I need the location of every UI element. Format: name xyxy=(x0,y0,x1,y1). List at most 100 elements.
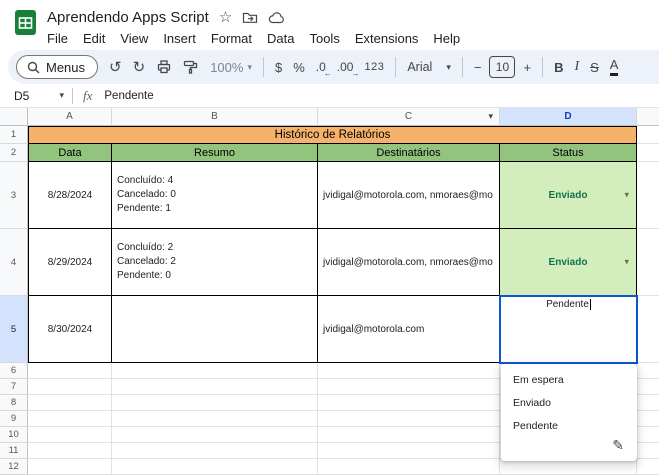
row-header-12[interactable]: 12 xyxy=(0,459,28,475)
paint-format-icon[interactable] xyxy=(183,59,199,75)
cell-e8[interactable] xyxy=(637,395,659,411)
cell-b7[interactable] xyxy=(112,379,318,395)
cell-b4[interactable]: Concluído: 2 Cancelado: 2 Pendente: 0 xyxy=(112,229,318,296)
cell-a3[interactable]: 8/28/2024 xyxy=(28,162,112,229)
number-format-button[interactable]: 123 xyxy=(364,61,384,73)
cell-c3[interactable]: jvidigal@motorola.com, nmoraes@mo xyxy=(318,162,500,229)
row-header-5[interactable]: 5 xyxy=(0,296,28,363)
cell-d3[interactable]: Enviado ▾ xyxy=(500,162,637,229)
cell-b6[interactable] xyxy=(112,363,318,379)
menus-search-button[interactable]: Menus xyxy=(16,55,99,79)
cell-a2[interactable]: Data xyxy=(28,144,112,162)
row-header-4[interactable]: 4 xyxy=(0,229,28,296)
cell-e10[interactable] xyxy=(637,427,659,443)
row-header-8[interactable]: 8 xyxy=(0,395,28,411)
cell-c7[interactable] xyxy=(318,379,500,395)
cell-c9[interactable] xyxy=(318,411,500,427)
undo-icon[interactable]: ↺ xyxy=(109,60,122,75)
cell-a12[interactable] xyxy=(28,459,112,475)
dropdown-chip-icon[interactable]: ▾ xyxy=(624,257,629,268)
dropdown-option-pendente[interactable]: Pendente xyxy=(501,414,637,437)
cell-e2[interactable] xyxy=(637,144,659,162)
menu-tools[interactable]: Tools xyxy=(309,31,339,46)
cell-a8[interactable] xyxy=(28,395,112,411)
cell-b12[interactable] xyxy=(112,459,318,475)
row-header-7[interactable]: 7 xyxy=(0,379,28,395)
row-header-3[interactable]: 3 xyxy=(0,162,28,229)
font-size-input[interactable]: 10 xyxy=(489,56,516,78)
cell-d12[interactable] xyxy=(500,459,637,475)
cell-a5[interactable]: 8/30/2024 xyxy=(28,296,112,363)
dropdown-option-enviado[interactable]: Enviado xyxy=(501,391,637,414)
cell-b8[interactable] xyxy=(112,395,318,411)
cell-e9[interactable] xyxy=(637,411,659,427)
increase-font-size-button[interactable]: + xyxy=(523,60,531,75)
cell-e12[interactable] xyxy=(637,459,659,475)
text-color-button[interactable]: A xyxy=(609,58,619,76)
menu-extensions[interactable]: Extensions xyxy=(355,31,419,46)
decrease-decimal-button[interactable]: .0 ← xyxy=(316,60,332,78)
italic-button[interactable]: I xyxy=(574,59,579,75)
cell-a4[interactable]: 8/29/2024 xyxy=(28,229,112,296)
menu-file[interactable]: File xyxy=(47,31,68,46)
cell-a10[interactable] xyxy=(28,427,112,443)
redo-icon[interactable]: ↻ xyxy=(133,60,146,75)
strikethrough-button[interactable]: S xyxy=(590,60,599,75)
row-header-2[interactable]: 2 xyxy=(0,144,28,162)
menu-view[interactable]: View xyxy=(120,31,148,46)
cell-c4[interactable]: jvidigal@motorola.com, nmoraes@mo xyxy=(318,229,500,296)
cell-e5[interactable] xyxy=(637,296,659,363)
cell-b11[interactable] xyxy=(112,443,318,459)
edit-dropdown-pencil-icon[interactable]: ✎ xyxy=(612,437,624,454)
cell-b5[interactable] xyxy=(112,296,318,363)
cell-e1[interactable] xyxy=(637,126,659,144)
cell-d4[interactable]: Enviado ▾ xyxy=(500,229,637,296)
menu-data[interactable]: Data xyxy=(267,31,294,46)
move-folder-icon[interactable] xyxy=(242,10,258,24)
col-header-d[interactable]: D xyxy=(500,108,637,126)
row-header-6[interactable]: 6 xyxy=(0,363,28,379)
cell-c12[interactable] xyxy=(318,459,500,475)
col-header-a[interactable]: A xyxy=(28,108,112,126)
star-icon[interactable]: ☆ xyxy=(219,10,232,25)
cell-a6[interactable] xyxy=(28,363,112,379)
cell-c11[interactable] xyxy=(318,443,500,459)
font-family-selector[interactable]: Arial ▾ xyxy=(407,60,451,74)
print-icon[interactable] xyxy=(156,59,172,75)
formula-input[interactable]: Pendente xyxy=(104,90,153,102)
menu-format[interactable]: Format xyxy=(211,31,252,46)
zoom-selector[interactable]: 100% ▾ xyxy=(210,60,252,75)
col-header-b[interactable]: B xyxy=(112,108,318,126)
cell-e6[interactable] xyxy=(637,363,659,379)
cell-e3[interactable] xyxy=(637,162,659,229)
cell-d2[interactable]: Status xyxy=(500,144,637,162)
bold-button[interactable]: B xyxy=(554,60,563,75)
row-header-1[interactable]: 1 xyxy=(0,126,28,144)
col-header-c[interactable]: C ▾ xyxy=(318,108,500,126)
cell-a9[interactable] xyxy=(28,411,112,427)
col-header-e[interactable] xyxy=(637,108,659,126)
row-header-11[interactable]: 11 xyxy=(0,443,28,459)
name-box[interactable]: D5 ▾ xyxy=(0,89,72,103)
cell-b2[interactable]: Resumo xyxy=(112,144,318,162)
cell-title-merged[interactable]: Histórico de Relatórios xyxy=(28,126,637,144)
dropdown-chip-icon[interactable]: ▾ xyxy=(624,190,629,201)
cell-c8[interactable] xyxy=(318,395,500,411)
percent-format-button[interactable]: % xyxy=(293,60,305,75)
cell-c10[interactable] xyxy=(318,427,500,443)
cell-c2[interactable]: Destinatários xyxy=(318,144,500,162)
currency-format-button[interactable]: $ xyxy=(275,60,282,75)
menu-edit[interactable]: Edit xyxy=(83,31,105,46)
select-all-corner[interactable] xyxy=(0,108,28,126)
cell-a11[interactable] xyxy=(28,443,112,459)
increase-decimal-button[interactable]: .00 → xyxy=(337,60,360,78)
menu-insert[interactable]: Insert xyxy=(163,31,196,46)
cell-editor-d5[interactable]: Pendente xyxy=(499,295,638,364)
decrease-font-size-button[interactable]: − xyxy=(474,60,482,75)
document-title[interactable]: Aprendendo Apps Script xyxy=(47,9,209,26)
cell-e7[interactable] xyxy=(637,379,659,395)
cloud-status-icon[interactable] xyxy=(268,11,285,24)
cell-b9[interactable] xyxy=(112,411,318,427)
cell-c6[interactable] xyxy=(318,363,500,379)
cell-c5[interactable]: jvidigal@motorola.com xyxy=(318,296,500,363)
